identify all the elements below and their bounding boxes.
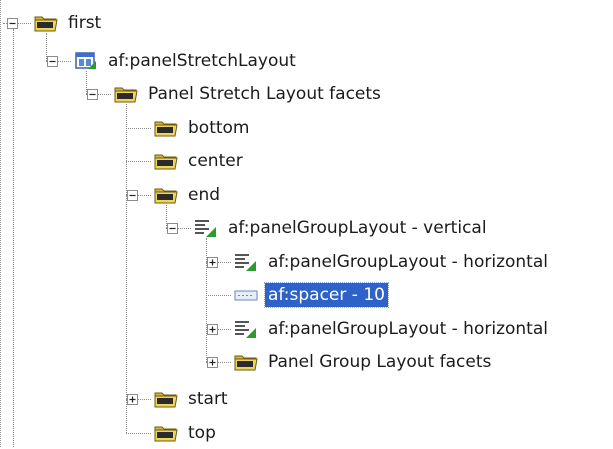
collapse-toggle-icon[interactable] <box>7 18 18 29</box>
tree-node-end[interactable]: end <box>153 180 223 210</box>
collapse-toggle-icon[interactable] <box>167 223 178 234</box>
panel-group-layout-icon <box>233 251 259 273</box>
tree-node-label[interactable]: af:spacer - 10 <box>264 282 389 308</box>
tree-node-label[interactable]: af:panelGroupLayout - vertical <box>225 216 490 240</box>
structure-tree: first af:panelStretchLayout Panel Stretch … <box>0 0 613 447</box>
tree-connector-line <box>126 161 151 162</box>
panel-group-layout-icon <box>233 318 259 340</box>
tree-node-label[interactable]: Panel Group Layout facets <box>265 350 494 374</box>
folder-icon <box>233 351 259 373</box>
folder-icon <box>153 184 179 206</box>
tree-node-label[interactable]: start <box>185 387 231 411</box>
tree-node-af-panelgrouplayout-horizontal-1[interactable]: af:panelGroupLayout - horizontal <box>233 247 551 277</box>
folder-icon <box>153 422 179 444</box>
tree-node-label[interactable]: top <box>185 421 219 445</box>
folder-icon <box>153 117 179 139</box>
tree-guide-line <box>206 238 207 362</box>
tree-connector-line <box>126 128 151 129</box>
tree-left-border <box>0 0 2 447</box>
tree-node-af-panelgrouplayout-vertical[interactable]: af:panelGroupLayout - vertical <box>193 213 490 243</box>
tree-node-center[interactable]: center <box>153 146 246 176</box>
tree-node-top[interactable]: top <box>153 418 219 448</box>
folder-icon <box>113 83 139 105</box>
tree-node-label[interactable]: end <box>185 183 223 207</box>
tree-guide-line <box>86 71 87 94</box>
tree-node-label[interactable]: first <box>65 11 104 35</box>
tree-node-label[interactable]: center <box>185 149 246 173</box>
tree-node-panel-group-layout-facets[interactable]: Panel Group Layout facets <box>233 347 494 377</box>
collapse-toggle-icon[interactable] <box>47 56 58 67</box>
panel-stretch-layout-icon <box>73 50 99 72</box>
tree-node-label[interactable]: bottom <box>185 116 252 140</box>
collapse-toggle-icon[interactable] <box>127 190 138 201</box>
expand-toggle-icon[interactable] <box>207 357 218 368</box>
tree-guide-line <box>46 33 47 61</box>
folder-icon <box>153 150 179 172</box>
tree-node-af-panelgrouplayout-horizontal-2[interactable]: af:panelGroupLayout - horizontal <box>233 314 551 344</box>
tree-node-panel-stretch-layout-facets[interactable]: Panel Stretch Layout facets <box>113 79 384 109</box>
spacer-icon <box>233 284 259 306</box>
tree-guide-line <box>166 205 167 228</box>
tree-connector-line <box>206 295 231 296</box>
tree-node-first[interactable]: first <box>33 8 104 38</box>
tree-node-bottom[interactable]: bottom <box>153 113 252 143</box>
tree-node-af-panelstretchlayout[interactable]: af:panelStretchLayout <box>73 46 299 76</box>
expand-toggle-icon[interactable] <box>127 394 138 405</box>
tree-node-label[interactable]: af:panelGroupLayout - horizontal <box>265 250 551 274</box>
expand-toggle-icon[interactable] <box>207 257 218 268</box>
collapse-toggle-icon[interactable] <box>87 89 98 100</box>
tree-node-label[interactable]: af:panelGroupLayout - horizontal <box>265 317 551 341</box>
tree-node-af-spacer-10[interactable]: af:spacer - 10 <box>233 280 389 310</box>
expand-toggle-icon[interactable] <box>207 324 218 335</box>
tree-node-label[interactable]: Panel Stretch Layout facets <box>145 82 384 106</box>
panel-group-layout-icon <box>193 217 219 239</box>
tree-guide-line <box>126 104 127 433</box>
folder-icon <box>153 388 179 410</box>
tree-node-start[interactable]: start <box>153 384 231 414</box>
tree-node-label[interactable]: af:panelStretchLayout <box>105 49 299 73</box>
tree-guide-line <box>13 29 14 447</box>
folder-icon <box>33 12 59 34</box>
tree-connector-line <box>126 433 151 434</box>
